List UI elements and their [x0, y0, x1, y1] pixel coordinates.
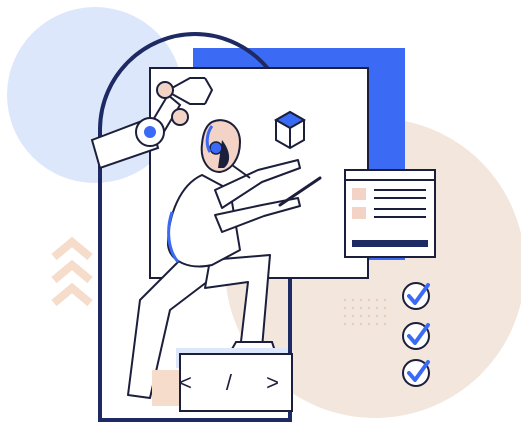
illustration-svg: < / >: [7, 7, 521, 422]
checklist: [402, 282, 430, 387]
checkmark-circle-icon: [402, 322, 430, 350]
cube-icon: [273, 110, 307, 150]
checkmark-circle-icon: [402, 282, 430, 310]
chevron-up-icon: [51, 236, 93, 307]
code-block: < / >: [152, 348, 293, 412]
illustration-scene: < / >: [0, 0, 521, 433]
checkmark-circle-icon: [402, 359, 430, 387]
code-symbol: < / >: [179, 370, 293, 395]
document-icon: [344, 169, 436, 258]
